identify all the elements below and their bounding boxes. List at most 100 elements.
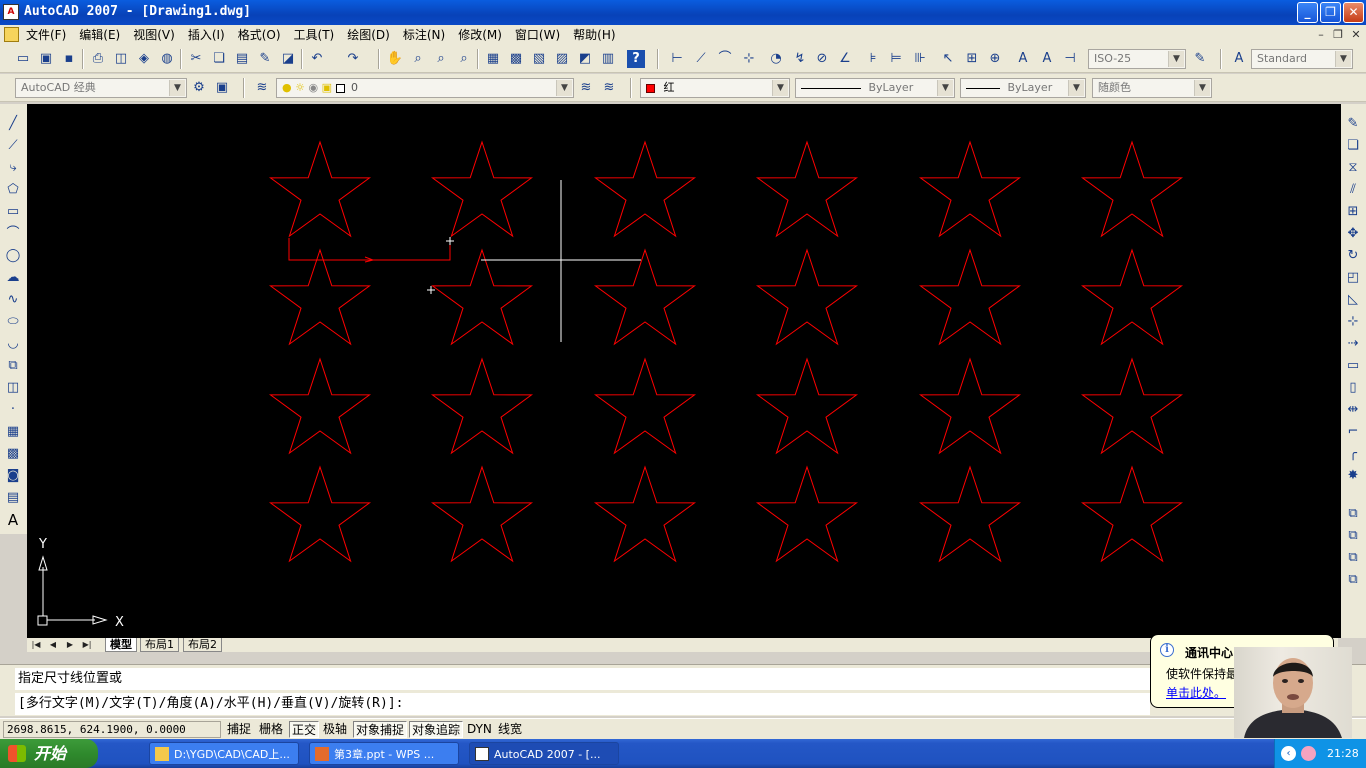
open-icon[interactable]: ▣	[37, 50, 55, 68]
construction-line-icon[interactable]: ⟋	[3, 136, 23, 156]
workspace-select[interactable]: AutoCAD 经典 ▼	[15, 78, 187, 98]
dim-style-icon[interactable]: ✎	[1191, 50, 1209, 68]
color-select[interactable]: 红 ▼	[640, 78, 790, 98]
autocad-app-icon[interactable]: A	[3, 4, 19, 20]
lineweight-toggle[interactable]: 线宽	[496, 721, 524, 738]
ortho-toggle[interactable]: 正交	[289, 721, 320, 738]
menu-item[interactable]: 修改(M)	[458, 27, 509, 43]
dim-continue-icon[interactable]: ⊪	[911, 50, 929, 68]
dim-update-icon[interactable]: ⊣	[1061, 50, 1079, 68]
block-editor-icon[interactable]: ◪	[279, 50, 297, 68]
calculator-icon[interactable]: ▥	[599, 50, 617, 68]
otrack-toggle[interactable]: 对象追踪	[409, 721, 464, 738]
close-button[interactable]: ✕	[1343, 2, 1364, 23]
star-shape[interactable]	[593, 248, 697, 346]
hatch-icon[interactable]: ▦	[3, 422, 23, 442]
task-autocad[interactable]: AutoCAD 2007 - [...	[469, 742, 619, 765]
star-shape[interactable]	[430, 248, 534, 346]
revision-cloud-icon[interactable]: ☁	[3, 268, 23, 288]
balloon-link[interactable]: 单击此处。	[1166, 684, 1226, 701]
table-icon[interactable]: ▤	[3, 488, 23, 508]
maximize-button[interactable]: ❐	[1320, 2, 1341, 23]
menu-item[interactable]: 窗口(W)	[515, 27, 567, 43]
task-explorer[interactable]: D:\YGD\CAD\CAD上...	[149, 742, 299, 765]
trim-icon[interactable]: ⊹	[1343, 312, 1363, 332]
zoom-realtime-icon[interactable]: ⌕	[409, 50, 427, 68]
layer-manager-icon[interactable]: ≋	[253, 79, 271, 97]
tool-palettes-icon[interactable]: ▧	[530, 50, 548, 68]
tab-layout1[interactable]: 布局1	[140, 638, 179, 652]
dim-arc-icon[interactable]: ⌒	[716, 50, 734, 68]
stretch-icon[interactable]: ◺	[1343, 290, 1363, 310]
polygon-icon[interactable]: ⬠	[3, 180, 23, 200]
markup-icon[interactable]: ◩	[576, 50, 594, 68]
text-style-icon[interactable]: A	[1230, 50, 1248, 68]
extend-icon[interactable]: ⇢	[1343, 334, 1363, 354]
multiline-text-icon[interactable]: A	[3, 510, 23, 530]
make-block-icon[interactable]: ◫	[3, 378, 23, 398]
tray-app-icon[interactable]	[1301, 746, 1316, 761]
region-icon[interactable]: ◙	[3, 466, 23, 486]
menu-item[interactable]: 绘图(D)	[347, 27, 397, 43]
help-icon[interactable]: ?	[627, 50, 645, 68]
join-icon[interactable]: ⇹	[1343, 400, 1363, 420]
arc-icon[interactable]: ⌒	[3, 224, 23, 244]
tab-prev-icon[interactable]: ◀	[46, 639, 60, 651]
dimstyle-select[interactable]: ISO-25 ▼	[1088, 49, 1186, 69]
doc-minimize-icon[interactable]: –	[1314, 28, 1328, 42]
tab-model[interactable]: 模型	[105, 638, 137, 652]
menu-item[interactable]: 格式(O)	[238, 27, 288, 43]
document-icon[interactable]	[4, 27, 19, 42]
scale-icon[interactable]: ◰	[1343, 268, 1363, 288]
lineweight-select[interactable]: ByLayer ▼	[960, 78, 1086, 98]
quick-leader-icon[interactable]: ↖	[939, 50, 957, 68]
ellipse-icon[interactable]: ⬭	[3, 312, 23, 332]
dim-diameter-icon[interactable]: ⊘	[813, 50, 831, 68]
pan-icon[interactable]: ✋	[386, 50, 404, 68]
explode-icon[interactable]: ✸	[1343, 466, 1363, 486]
properties-icon[interactable]: ▦	[484, 50, 502, 68]
doc-close-icon[interactable]: ✕	[1349, 28, 1363, 42]
menu-item[interactable]: 工具(T)	[294, 27, 342, 43]
center-mark-icon[interactable]: ⊕	[986, 50, 1004, 68]
doc-restore-icon[interactable]: ❐	[1331, 28, 1345, 42]
paste-icon[interactable]: ▤	[233, 50, 251, 68]
spline-icon[interactable]: ∿	[3, 290, 23, 310]
star-shape[interactable]	[755, 140, 859, 238]
array-icon[interactable]: ⊞	[1343, 202, 1363, 222]
menu-item[interactable]: 编辑(E)	[79, 27, 127, 43]
menu-item[interactable]: 视图(V)	[133, 27, 182, 43]
rotate-icon[interactable]: ↻	[1343, 246, 1363, 266]
osnap-toggle[interactable]: 对象捕捉	[353, 721, 408, 738]
gradient-icon[interactable]: ▩	[3, 444, 23, 464]
offset-icon[interactable]: ⫽	[1343, 180, 1363, 200]
drawing-canvas[interactable]: Y X	[27, 104, 1338, 638]
draworder-under-icon[interactable]: ⧉	[1343, 570, 1363, 590]
draworder-above-icon[interactable]: ⧉	[1343, 548, 1363, 568]
dim-angular-icon[interactable]: ∠	[836, 50, 854, 68]
menu-item[interactable]: 帮助(H)	[573, 27, 622, 43]
dim-jogged-icon[interactable]: ↯	[791, 50, 809, 68]
dim-edit-icon[interactable]: A	[1014, 50, 1032, 68]
star-shape[interactable]	[268, 357, 372, 455]
workspace-save-icon[interactable]: ▣	[213, 79, 231, 97]
match-properties-icon[interactable]: ✎	[256, 50, 274, 68]
star-shape[interactable]	[918, 140, 1022, 238]
workspace-settings-icon[interactable]: ⚙	[190, 79, 208, 97]
print-icon[interactable]: ⎙	[89, 50, 107, 68]
star-shape[interactable]	[1080, 248, 1184, 346]
save-icon[interactable]: ▪	[60, 50, 78, 68]
star-shape[interactable]	[1080, 357, 1184, 455]
linetype-select[interactable]: ByLayer ▼	[795, 78, 955, 98]
erase-icon[interactable]: ✎	[1343, 114, 1363, 134]
plotstyle-select[interactable]: 随颜色 ▼	[1092, 78, 1212, 98]
star-shape[interactable]	[755, 357, 859, 455]
draworder-back-icon[interactable]: ⧉	[1343, 526, 1363, 546]
dyn-toggle[interactable]: DYN	[465, 721, 494, 738]
star-shape[interactable]	[755, 248, 859, 346]
make-current-layer-icon[interactable]: ≋	[577, 79, 595, 97]
quick-dim-icon[interactable]: ⊧	[864, 50, 882, 68]
zoom-window-icon[interactable]: ⌕	[432, 50, 450, 68]
star-shape[interactable]	[918, 465, 1022, 563]
minimize-button[interactable]: _	[1297, 2, 1318, 23]
